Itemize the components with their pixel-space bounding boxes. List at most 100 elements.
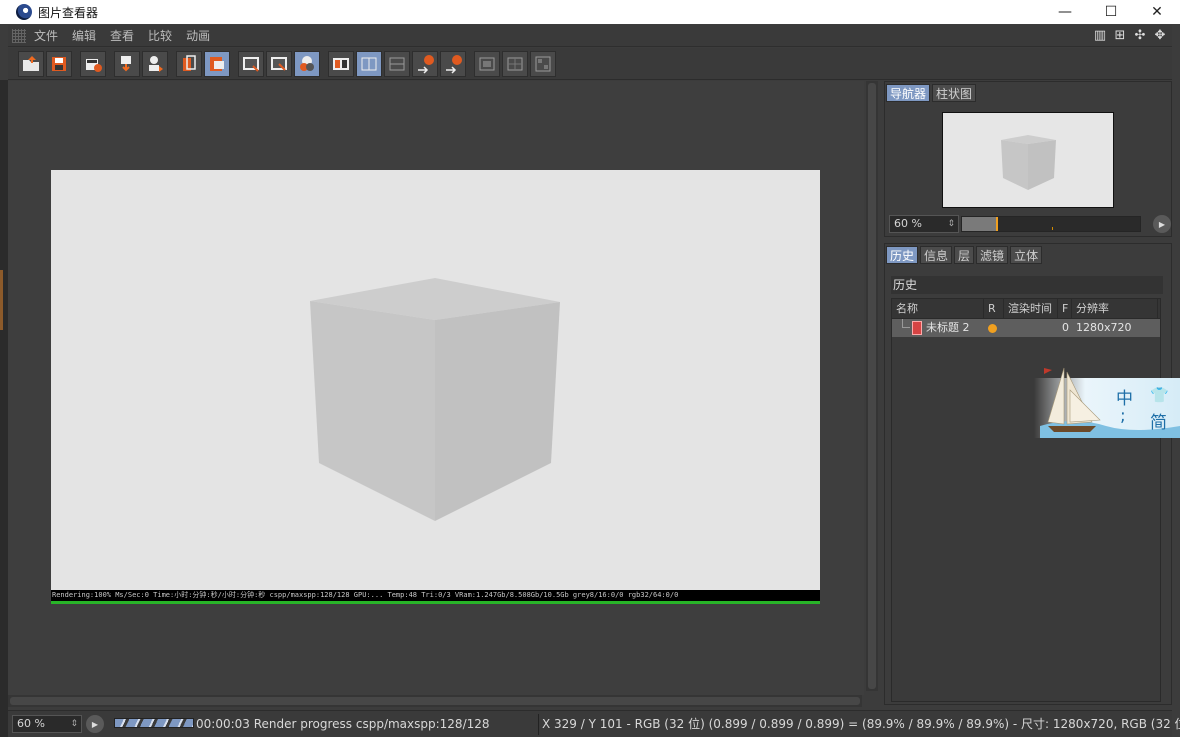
window-controls: — ☐ ✕ (1042, 0, 1180, 24)
channel-1-icon[interactable] (474, 50, 500, 77)
new-panel-icon[interactable]: ⊞ (1112, 27, 1128, 43)
ab-overlay-icon[interactable] (384, 50, 410, 77)
set-b-icon[interactable] (440, 50, 466, 77)
navigator-thumbnail[interactable] (942, 112, 1114, 208)
toolbar-group-file (18, 50, 72, 77)
set-a-icon[interactable] (412, 50, 438, 77)
history-tabs: 历史 信息 层 滤镜 立体 (885, 244, 1171, 264)
tree-line-icon (902, 319, 910, 328)
export-icon[interactable] (142, 50, 168, 77)
column-name[interactable]: 名称 (892, 299, 984, 318)
frame-view-icon[interactable] (238, 50, 264, 77)
toolbar-group-transfer (114, 50, 168, 77)
horizontal-scrollbar[interactable] (8, 695, 862, 707)
image-viewport[interactable]: Rendering:100% Ms/Sec:0 Time:小时:分钟:秒/小时:… (8, 81, 864, 695)
menu-compare[interactable]: 比较 (148, 27, 172, 44)
history-panel: 历史 信息 层 滤镜 立体 历史 名称 R 渲染时间 F 分辨率 未标题 2 0… (884, 243, 1172, 705)
region-icon[interactable] (294, 50, 320, 77)
status-divider (538, 714, 539, 735)
navigator-play-icon[interactable]: ▶ (1153, 215, 1171, 233)
left-edge (0, 80, 8, 737)
spinner-icon[interactable]: ⇕ (70, 716, 78, 732)
menu-view[interactable]: 查看 (110, 27, 134, 44)
spinner-icon[interactable]: ⇕ (947, 216, 955, 232)
status-bar: 60 % ⇕ ▶ 00:00:03 Render progress cspp/m… (8, 710, 1180, 737)
left-accent (0, 270, 3, 330)
grip-icon[interactable] (12, 28, 26, 43)
tshirt-icon: 👕 (1150, 386, 1169, 404)
fit-view-icon[interactable] (266, 50, 292, 77)
menu-animation[interactable]: 动画 (186, 27, 210, 44)
render-image-icon (912, 321, 922, 335)
toolbar-group-edit (176, 50, 230, 77)
render-progress-text: 00:00:03 Render progress cspp/maxspp:128… (196, 717, 490, 731)
zoom-slider-tick (1052, 227, 1053, 230)
history-row[interactable]: 未标题 2 0 1280x720 (892, 319, 1160, 337)
tab-navigator[interactable]: 导航器 (886, 84, 931, 102)
render-status-icon (988, 323, 997, 333)
history-row-resolution: 1280x720 (1076, 321, 1132, 334)
tab-info[interactable]: 信息 (920, 246, 953, 264)
title-bar: 图片查看器 — ☐ ✕ (0, 0, 1180, 24)
navigator-zoom-value: 60 % (894, 217, 922, 230)
copy-to-picture-icon[interactable] (176, 50, 202, 77)
navigator-zoom-input[interactable]: 60 % ⇕ (889, 215, 959, 233)
render-info-strip: Rendering:100% Ms/Sec:0 Time:小时:分钟:秒/小时:… (51, 590, 820, 604)
tab-layers[interactable]: 层 (954, 246, 975, 264)
vertical-scroll-thumb[interactable] (868, 83, 876, 689)
import-icon[interactable] (114, 50, 140, 77)
render-canvas[interactable] (51, 170, 820, 602)
layout-icons: ▥ ⊞ ✣ ✥ (1092, 27, 1168, 43)
history-list[interactable]: 名称 R 渲染时间 F 分辨率 未标题 2 0 1280x720 (891, 298, 1161, 702)
zoom-slider-handle[interactable] (995, 217, 998, 231)
column-render-time[interactable]: 渲染时间 (1004, 299, 1058, 318)
close-button[interactable]: ✕ (1134, 0, 1180, 24)
navigator-panel: 导航器 柱状图 60 % ⇕ ▶ (884, 81, 1172, 237)
status-zoom-input[interactable]: 60 % ⇕ (12, 715, 82, 733)
tab-histogram[interactable]: 柱状图 (932, 84, 977, 102)
history-row-r (984, 319, 1004, 337)
channel-3-icon[interactable] (530, 50, 556, 77)
navigator-zoom-row: 60 % ⇕ ▶ (889, 215, 1171, 233)
window-title: 图片查看器 (38, 5, 99, 20)
status-play-icon[interactable]: ▶ (86, 715, 104, 733)
watermark-overlay: 中 👕 ; 简 (1034, 360, 1180, 440)
history-row-f: 0 (1062, 321, 1069, 334)
column-resolution[interactable]: 分辨率 (1072, 299, 1158, 318)
pixel-info-text: X 329 / Y 101 - RGB (32 位) (0.899 / 0.89… (542, 717, 1180, 731)
arrange-icon[interactable]: ✥ (1152, 27, 1168, 43)
channel-2-icon[interactable] (502, 50, 528, 77)
toolbar-group-channels (474, 50, 556, 77)
menu-file[interactable]: 文件 (34, 27, 58, 44)
history-row-name: 未标题 2 (926, 321, 970, 334)
ab-split-icon[interactable] (356, 50, 382, 77)
tab-history[interactable]: 历史 (886, 246, 919, 264)
history-row-name-cell: 未标题 2 (892, 319, 984, 337)
vertical-scrollbar[interactable] (866, 81, 878, 691)
render-settings-icon[interactable] (80, 50, 106, 77)
render-image (51, 170, 820, 602)
column-f[interactable]: F (1058, 299, 1072, 318)
history-columns: 名称 R 渲染时间 F 分辨率 (892, 299, 1160, 319)
tab-filter[interactable]: 滤镜 (976, 246, 1009, 264)
open-image-icon[interactable] (18, 50, 44, 77)
navigator-preview (943, 113, 1113, 207)
navigator-zoom-slider[interactable] (961, 216, 1141, 232)
status-zoom-value: 60 % (17, 717, 45, 730)
menu-edit[interactable]: 编辑 (72, 27, 96, 44)
toolbar-group-view (238, 50, 320, 77)
render-progress-bar (114, 718, 194, 728)
tab-stereo[interactable]: 立体 (1010, 246, 1043, 264)
watermark-char-2: 简 (1150, 413, 1167, 433)
move-panel-icon[interactable]: ✣ (1132, 27, 1148, 43)
split-panel-icon[interactable]: ▥ (1092, 27, 1108, 43)
column-r[interactable]: R (984, 299, 1004, 318)
app-icon (16, 4, 32, 20)
horizontal-scroll-thumb[interactable] (10, 697, 860, 705)
zoom-slider-fill (962, 217, 996, 231)
maximize-button[interactable]: ☐ (1088, 0, 1134, 24)
crop-icon[interactable] (204, 50, 230, 77)
ab-compare-icon[interactable] (328, 50, 354, 77)
minimize-button[interactable]: — (1042, 0, 1088, 24)
save-image-icon[interactable] (46, 50, 72, 77)
